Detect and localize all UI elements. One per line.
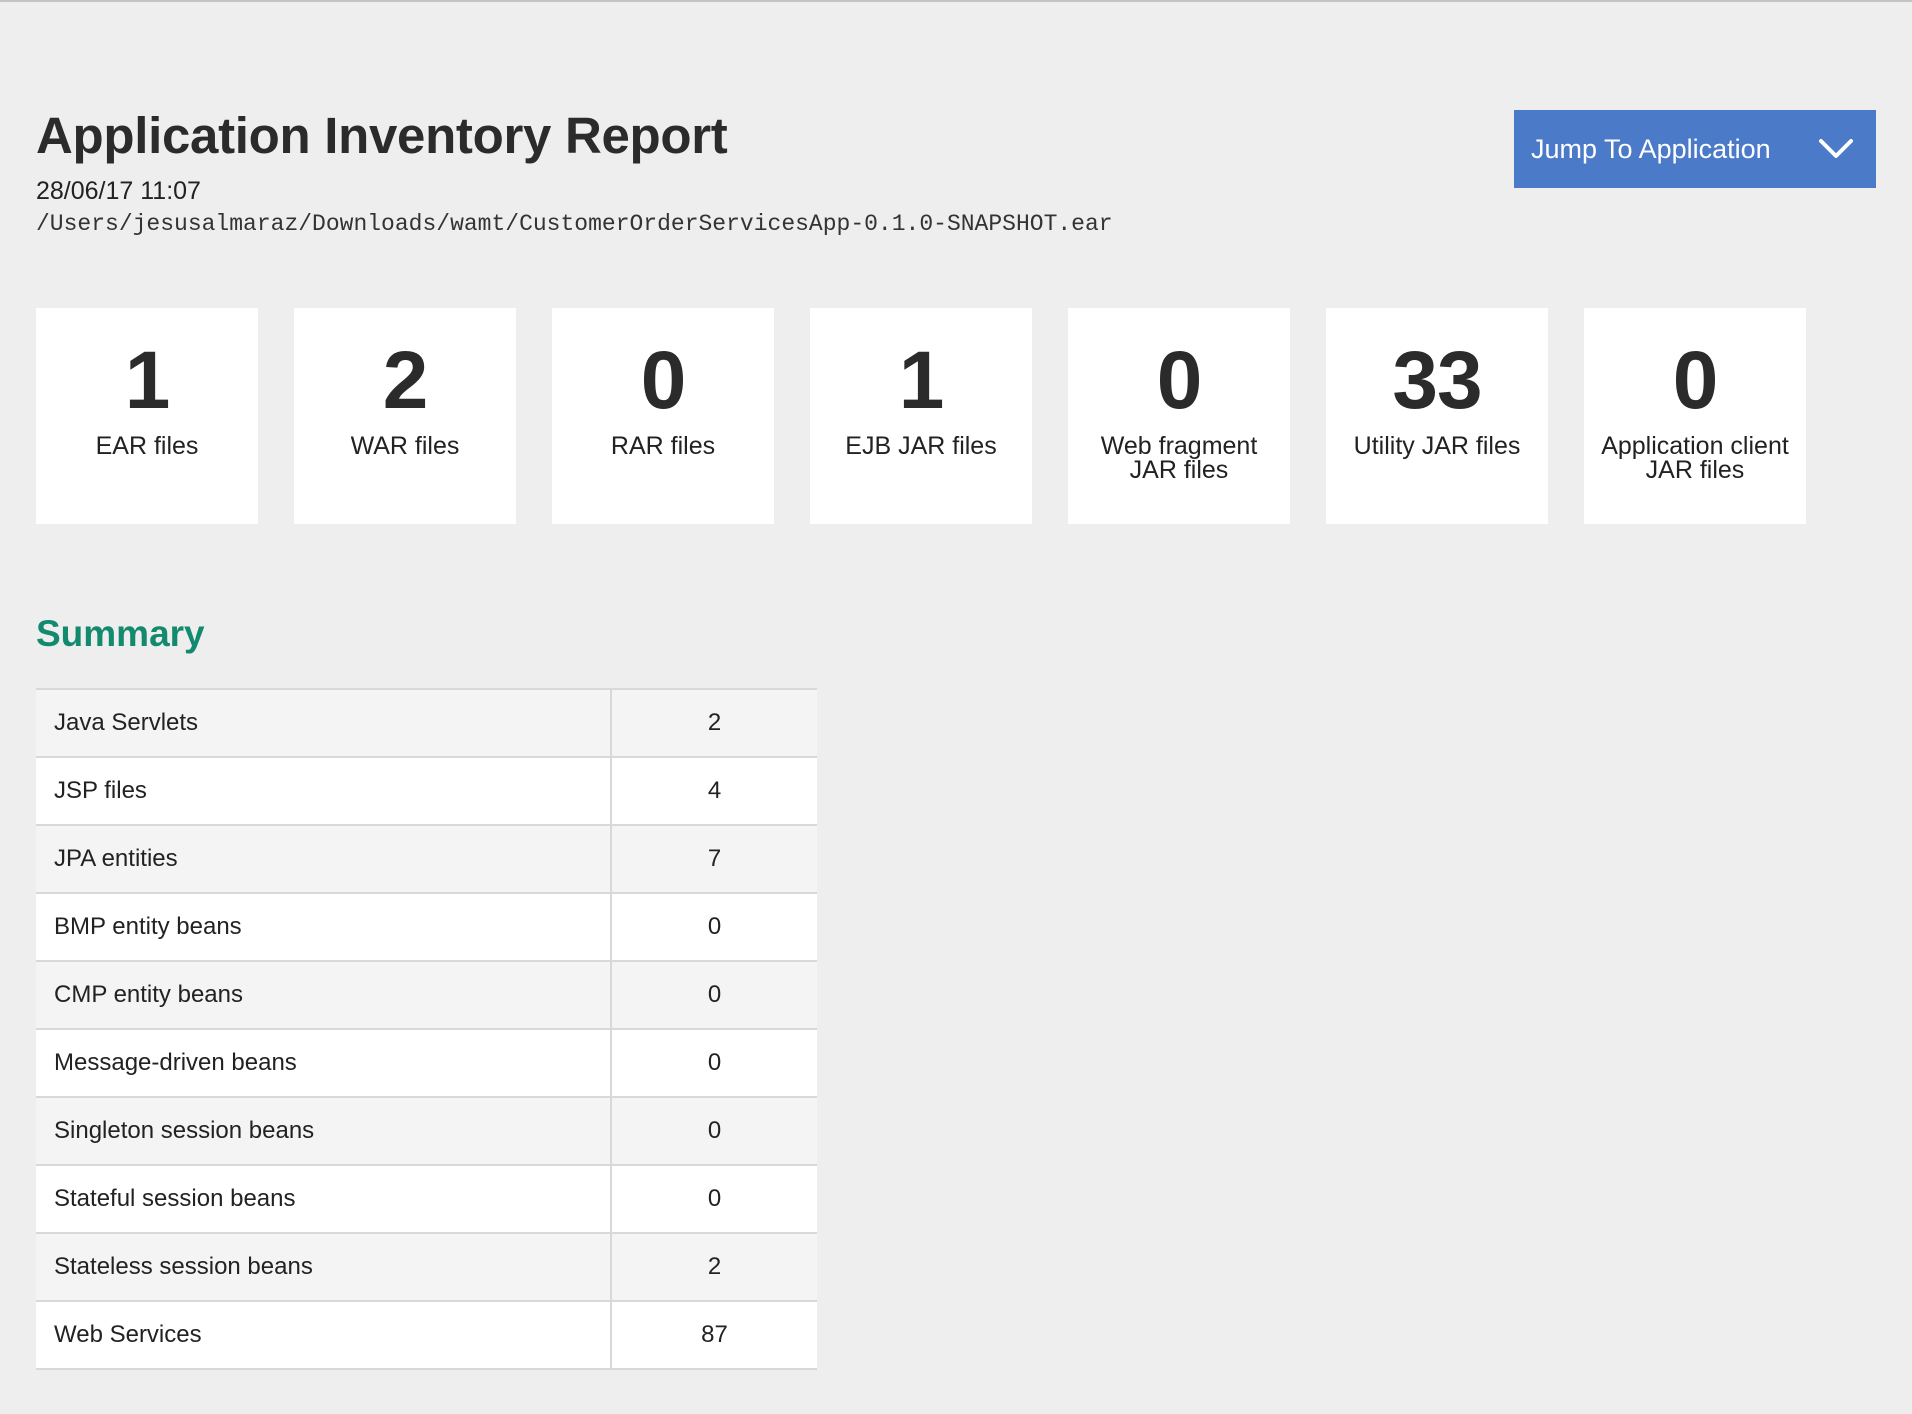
table-row: Stateful session beans 0 bbox=[36, 1165, 817, 1234]
stat-card-ear-files: 1 EAR files bbox=[36, 308, 258, 524]
chevron-down-icon bbox=[1796, 110, 1876, 188]
stat-value: 1 bbox=[898, 335, 945, 426]
row-name: Stateful session beans bbox=[36, 1165, 612, 1234]
stat-label: WAR files bbox=[350, 432, 460, 460]
table-row: Java Servlets 2 bbox=[36, 689, 817, 758]
summary-heading: Summary bbox=[36, 613, 205, 654]
row-name: Message-driven beans bbox=[36, 1029, 612, 1098]
row-count: 0 bbox=[611, 1097, 817, 1166]
report-timestamp: 28/06/17 11:07 bbox=[36, 177, 201, 205]
row-name: Web Services bbox=[36, 1301, 612, 1370]
table-row: JSP files 4 bbox=[36, 757, 817, 826]
row-name: BMP entity beans bbox=[36, 893, 612, 962]
stat-label: Application client JAR files bbox=[1601, 432, 1789, 484]
summary-table: Java Servlets 2 JSP files 4 JPA entities… bbox=[36, 688, 817, 1370]
stat-value: 33 bbox=[1392, 335, 1482, 426]
stat-card-utility-jar-files: 33 Utility JAR files bbox=[1326, 308, 1548, 524]
table-row: Singleton session beans 0 bbox=[36, 1097, 817, 1166]
stat-label: Utility JAR files bbox=[1353, 432, 1521, 460]
stat-value: 1 bbox=[124, 335, 171, 426]
row-count: 0 bbox=[611, 1165, 817, 1234]
row-name: Java Servlets bbox=[36, 689, 612, 758]
row-count: 0 bbox=[611, 1029, 817, 1098]
jump-to-application-label: Jump To Application bbox=[1531, 133, 1771, 164]
stat-value: 0 bbox=[1156, 335, 1203, 426]
row-name: Stateless session beans bbox=[36, 1233, 612, 1302]
row-count: 87 bbox=[611, 1301, 817, 1370]
stat-value: 2 bbox=[382, 335, 429, 426]
table-row: JPA entities 7 bbox=[36, 825, 817, 894]
row-count: 0 bbox=[611, 893, 817, 962]
table-row: Message-driven beans 0 bbox=[36, 1029, 817, 1098]
table-row: BMP entity beans 0 bbox=[36, 893, 817, 962]
stat-card-rar-files: 0 RAR files bbox=[552, 308, 774, 524]
row-name: JSP files bbox=[36, 757, 612, 826]
row-count: 2 bbox=[611, 689, 817, 758]
stat-card-ejb-jar-files: 1 EJB JAR files bbox=[810, 308, 1032, 524]
stat-label: Web fragment JAR files bbox=[1100, 432, 1258, 484]
stat-card-application-client-jar-files: 0 Application client JAR files bbox=[1584, 308, 1806, 524]
row-count: 2 bbox=[611, 1233, 817, 1302]
stat-value: 0 bbox=[1672, 335, 1719, 426]
stat-label: EAR files bbox=[95, 432, 199, 460]
table-row: CMP entity beans 0 bbox=[36, 961, 817, 1030]
row-count: 0 bbox=[611, 961, 817, 1030]
row-name: Singleton session beans bbox=[36, 1097, 612, 1166]
report-header: Application Inventory Report 28/06/17 11… bbox=[36, 100, 1113, 240]
row-name: CMP entity beans bbox=[36, 961, 612, 1030]
stat-label: EJB JAR files bbox=[845, 432, 997, 460]
stat-card-war-files: 2 WAR files bbox=[294, 308, 516, 524]
stat-label: RAR files bbox=[610, 432, 716, 460]
jump-to-application-dropdown[interactable]: Jump To Application bbox=[1514, 110, 1876, 188]
page-title: Application Inventory Report bbox=[36, 107, 728, 164]
table-row: Stateless session beans 2 bbox=[36, 1233, 817, 1302]
stat-card-web-fragment-jar-files: 0 Web fragment JAR files bbox=[1068, 308, 1290, 524]
file-counts-panel: 1 EAR files 2 WAR files 0 RAR files 1 EJ… bbox=[36, 308, 1806, 524]
table-row: Web Services 87 bbox=[36, 1301, 817, 1370]
row-count: 7 bbox=[611, 825, 817, 894]
stat-value: 0 bbox=[640, 335, 687, 426]
row-name: JPA entities bbox=[36, 825, 612, 894]
top-divider bbox=[0, 0, 1912, 2]
row-count: 4 bbox=[611, 757, 817, 826]
report-file-path: /Users/jesusalmaraz/Downloads/wamt/Custo… bbox=[36, 211, 1113, 237]
